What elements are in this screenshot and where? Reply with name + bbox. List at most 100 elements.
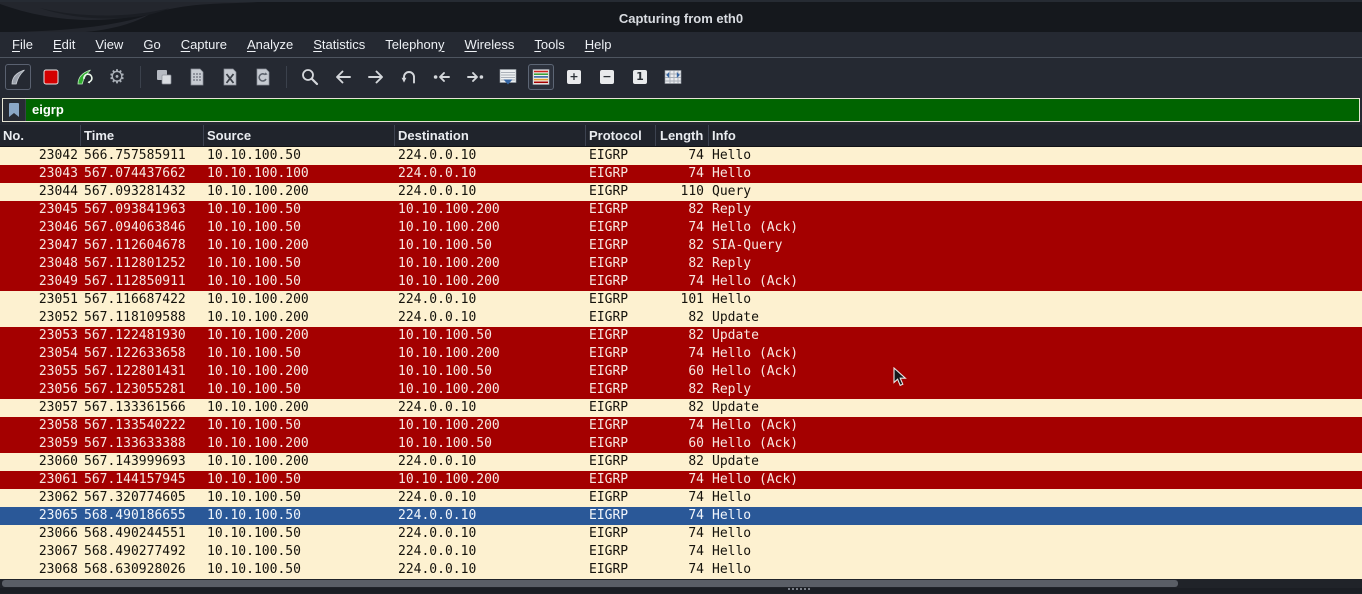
stop-capture-button[interactable]	[38, 64, 64, 90]
cell-source: 10.10.100.200	[204, 237, 395, 255]
start-capture-button[interactable]	[5, 64, 31, 90]
u-turn-arrow-icon	[399, 67, 419, 87]
column-header-time[interactable]: Time	[81, 125, 204, 146]
packet-row[interactable]: 23056567.12305528110.10.100.5010.10.100.…	[0, 381, 1362, 399]
cell-length: 82	[656, 381, 709, 399]
column-header-length[interactable]: Length	[656, 125, 709, 146]
packet-row[interactable]: 23058567.13354022210.10.100.5010.10.100.…	[0, 417, 1362, 435]
menu-analyze[interactable]: Analyze	[237, 32, 303, 57]
first-packet-button[interactable]	[429, 64, 455, 90]
cell-protocol: EIGRP	[586, 147, 656, 165]
menu-wireless[interactable]: Wireless	[455, 32, 525, 57]
packet-row[interactable]: 23043567.07443766210.10.100.100224.0.0.1…	[0, 165, 1362, 183]
packet-row[interactable]: 23068568.63092802610.10.100.50224.0.0.10…	[0, 561, 1362, 579]
cell-no: 23046	[0, 219, 81, 237]
cell-length: 74	[656, 561, 709, 579]
display-filter-input[interactable]: eigrp	[26, 99, 1359, 121]
cell-no: 23067	[0, 543, 81, 561]
packet-row[interactable]: 23062567.32077460510.10.100.50224.0.0.10…	[0, 489, 1362, 507]
column-header-info[interactable]: Info	[709, 125, 1362, 146]
cell-protocol: EIGRP	[586, 291, 656, 309]
titlebar[interactable]: Capturing from eth0	[0, 0, 1362, 32]
packet-row[interactable]: 23054567.12263365810.10.100.5010.10.100.…	[0, 345, 1362, 363]
packet-row[interactable]: 23055567.12280143110.10.100.20010.10.100…	[0, 363, 1362, 381]
menu-help[interactable]: Help	[575, 32, 622, 57]
colorize-icon	[531, 67, 551, 87]
packet-row[interactable]: 23053567.12248193010.10.100.20010.10.100…	[0, 327, 1362, 345]
filter-bookmark-button[interactable]	[3, 99, 26, 121]
cell-length: 74	[656, 471, 709, 489]
scrollbar-thumb[interactable]	[2, 580, 1178, 587]
colorize-packets-button[interactable]	[528, 64, 554, 90]
cell-length: 82	[656, 201, 709, 219]
packet-row[interactable]: 23060567.14399969310.10.100.200224.0.0.1…	[0, 453, 1362, 471]
arrow-right-icon	[366, 67, 386, 87]
splitter-handle-icon[interactable]	[788, 588, 810, 590]
arrow-right-dot-icon	[465, 67, 485, 87]
horizontal-scrollbar[interactable]	[0, 579, 1362, 588]
cell-no: 23059	[0, 435, 81, 453]
cell-length: 74	[656, 525, 709, 543]
go-to-packet-button[interactable]	[396, 64, 422, 90]
menu-go[interactable]: Go	[133, 32, 170, 57]
close-file-button[interactable]	[217, 64, 243, 90]
menu-tools[interactable]: Tools	[524, 32, 574, 57]
packet-row[interactable]: 23057567.13336156610.10.100.200224.0.0.1…	[0, 399, 1362, 417]
cell-protocol: EIGRP	[586, 525, 656, 543]
cell-time: 567.144157945	[81, 471, 204, 489]
normal-size-icon: 1	[633, 70, 647, 84]
zoom-in-button[interactable]: +	[561, 64, 587, 90]
restart-capture-button[interactable]	[71, 64, 97, 90]
menu-view[interactable]: View	[85, 32, 133, 57]
menu-file[interactable]: File	[2, 32, 43, 57]
cell-no: 23061	[0, 471, 81, 489]
menu-statistics[interactable]: Statistics	[303, 32, 375, 57]
packet-row[interactable]: 23046567.09406384610.10.100.5010.10.100.…	[0, 219, 1362, 237]
menu-telephony[interactable]: Telephony	[375, 32, 454, 57]
previous-packet-button[interactable]	[330, 64, 356, 90]
next-packet-button[interactable]	[363, 64, 389, 90]
cell-source: 10.10.100.200	[204, 291, 395, 309]
cell-info: Query	[709, 183, 1362, 201]
toolbar-separator	[286, 66, 287, 88]
packet-row[interactable]: 23047567.11260467810.10.100.20010.10.100…	[0, 237, 1362, 255]
column-header-source[interactable]: Source	[204, 125, 395, 146]
open-file-button[interactable]	[151, 64, 177, 90]
column-header-protocol[interactable]: Protocol	[586, 125, 656, 146]
reload-file-button[interactable]	[250, 64, 276, 90]
save-file-button[interactable]	[184, 64, 210, 90]
cell-time: 567.118109588	[81, 309, 204, 327]
pane-splitter	[0, 588, 1362, 593]
packet-row[interactable]: 23049567.11285091110.10.100.5010.10.100.…	[0, 273, 1362, 291]
open-file-icon	[154, 67, 174, 87]
auto-scroll-button[interactable]	[495, 64, 521, 90]
cell-length: 82	[656, 309, 709, 327]
save-file-icon	[187, 67, 207, 87]
packet-row[interactable]: 23067568.49027749210.10.100.50224.0.0.10…	[0, 543, 1362, 561]
cell-length: 60	[656, 363, 709, 381]
cell-source: 10.10.100.50	[204, 417, 395, 435]
packet-row[interactable]: 23059567.13363338810.10.100.20010.10.100…	[0, 435, 1362, 453]
packet-row[interactable]: 23045567.09384196310.10.100.5010.10.100.…	[0, 201, 1362, 219]
cell-source: 10.10.100.50	[204, 507, 395, 525]
menu-edit[interactable]: Edit	[43, 32, 85, 57]
column-header-no[interactable]: No.	[0, 125, 81, 146]
packet-row[interactable]: 23052567.11810958810.10.100.200224.0.0.1…	[0, 309, 1362, 327]
menu-capture[interactable]: Capture	[171, 32, 237, 57]
cell-source: 10.10.100.50	[204, 489, 395, 507]
packet-row[interactable]: 23065568.49018665510.10.100.50224.0.0.10…	[0, 507, 1362, 525]
packet-row[interactable]: 23044567.09328143210.10.100.200224.0.0.1…	[0, 183, 1362, 201]
capture-options-button[interactable]: ⚙	[104, 64, 130, 90]
last-packet-button[interactable]	[462, 64, 488, 90]
packet-row[interactable]: 23048567.11280125210.10.100.5010.10.100.…	[0, 255, 1362, 273]
zoom-in-icon: +	[567, 70, 581, 84]
find-packet-button[interactable]	[297, 64, 323, 90]
column-header-destination[interactable]: Destination	[395, 125, 586, 146]
packet-row[interactable]: 23061567.14415794510.10.100.5010.10.100.…	[0, 471, 1362, 489]
packet-row[interactable]: 23042566.75758591110.10.100.50224.0.0.10…	[0, 147, 1362, 165]
packet-row[interactable]: 23066568.49024455110.10.100.50224.0.0.10…	[0, 525, 1362, 543]
resize-columns-button[interactable]	[660, 64, 686, 90]
normal-size-button[interactable]: 1	[627, 64, 653, 90]
packet-row[interactable]: 23051567.11668742210.10.100.200224.0.0.1…	[0, 291, 1362, 309]
zoom-out-button[interactable]: −	[594, 64, 620, 90]
